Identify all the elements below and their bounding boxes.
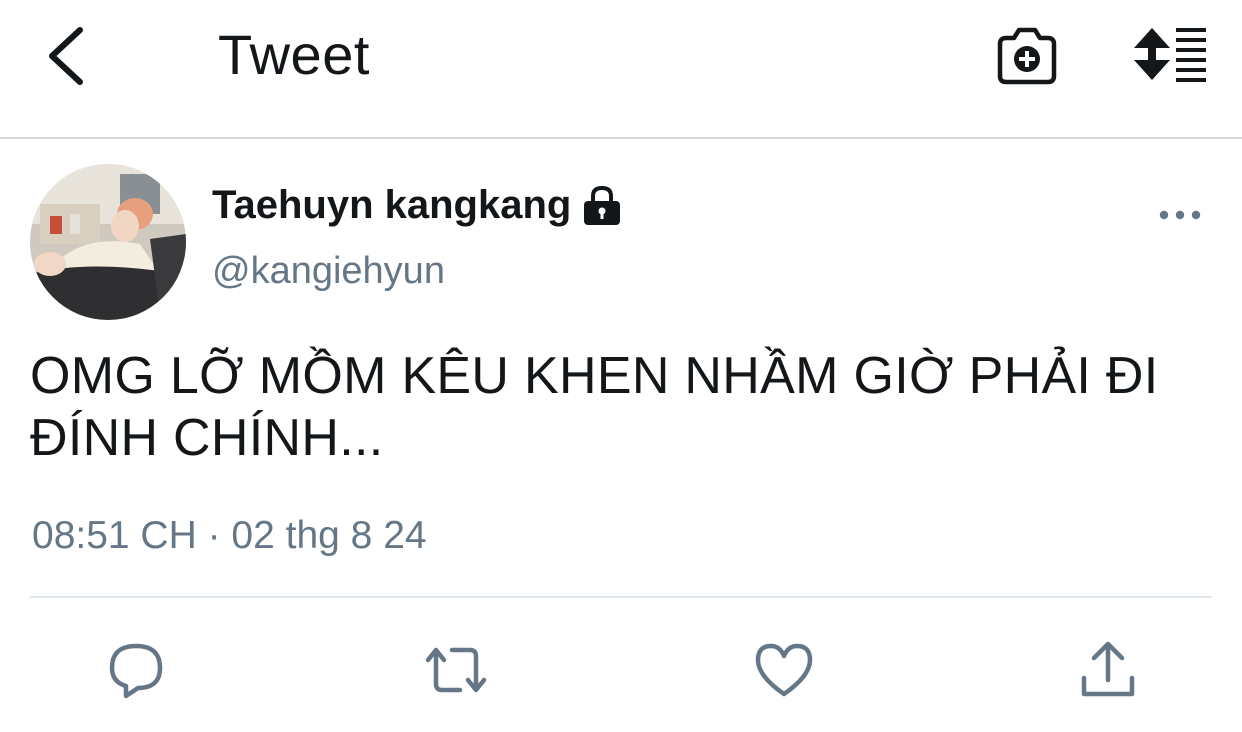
display-name-text: Taehuyn kangkang [212,183,572,227]
like-icon [755,643,813,697]
user-handle[interactable]: @kangiehyun [212,250,445,293]
tweet-text-line: ĐÍNH CHÍNH... [30,409,384,467]
tweet-timestamp: 08:51 CH · 02 thg 8 24 [32,514,427,557]
profile-photo [30,164,186,320]
back-button[interactable] [40,24,96,88]
camera-button[interactable] [994,24,1060,88]
sort-button[interactable] [1130,26,1210,84]
avatar[interactable] [30,164,186,320]
like-button[interactable] [752,638,816,702]
share-icon [1081,641,1135,697]
camera-add-icon [997,27,1057,85]
page-title: Tweet [218,23,370,86]
more-options-button[interactable] [1158,200,1202,230]
sort-list-icon [1134,28,1206,82]
lock-icon [584,185,621,225]
more-icon [1159,210,1201,220]
retweet-icon [425,647,487,693]
reply-button[interactable] [104,638,168,702]
tweet-text: OMG LỠ MỒM KÊU KHEN NHẦM GIỜ PHẢI ĐI ĐÍN… [30,345,1210,469]
divider [30,596,1212,598]
chevron-left-icon [49,27,83,85]
retweet-button[interactable] [424,638,488,702]
reply-icon [109,643,163,699]
tweet-text-line: OMG LỠ MỒM KÊU KHEN NHẦM GIỜ PHẢI ĐI [30,347,1159,405]
display-name[interactable]: Taehuyn kangkang [212,183,623,228]
share-button[interactable] [1076,638,1140,702]
navigation-bar: Tweet [0,0,1242,139]
